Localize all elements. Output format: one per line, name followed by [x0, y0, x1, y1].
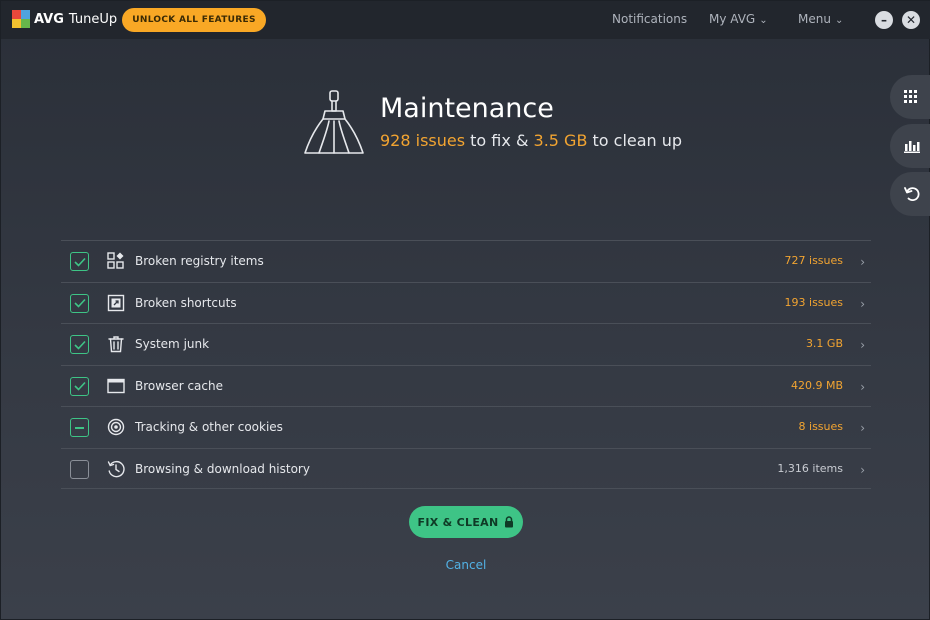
- item-checkbox[interactable]: [70, 335, 89, 354]
- undo-icon: [904, 187, 920, 201]
- nav-notifications[interactable]: Notifications: [612, 12, 687, 26]
- close-icon: ✕: [905, 13, 917, 27]
- fix-and-clean-button[interactable]: FIX & CLEAN: [409, 506, 523, 538]
- maintenance-items-list: Broken registry items 727 issues › Broke…: [61, 240, 871, 489]
- lock-icon: [505, 516, 514, 528]
- list-item[interactable]: Browser cache 420.9 MB ›: [61, 364, 871, 407]
- list-item[interactable]: Broken shortcuts 193 issues ›: [61, 281, 871, 324]
- shortcut-icon: [107, 294, 125, 311]
- item-checkbox[interactable]: [70, 252, 89, 271]
- item-value: 420.9 MB: [790, 378, 843, 392]
- checkmark-icon: [73, 298, 86, 308]
- nav-menu-label: Menu: [798, 12, 831, 26]
- nav-notifications-label: Notifications: [612, 12, 688, 26]
- cleanup-size: 3.5 GB: [533, 131, 588, 150]
- chevron-right-icon: ›: [860, 296, 865, 311]
- page-title: Maintenance: [380, 93, 554, 124]
- item-value: 727 issues: [784, 254, 843, 267]
- summary-mid-text: to fix &: [470, 131, 529, 150]
- chevron-right-icon: ›: [860, 462, 865, 477]
- cancel-link[interactable]: Cancel: [446, 558, 487, 572]
- nav-my-avg[interactable]: My AVG ⌄: [709, 12, 768, 26]
- target-icon: [107, 418, 125, 436]
- avg-logo-icon: [12, 10, 30, 28]
- nav-menu[interactable]: Menu ⌄: [798, 12, 843, 26]
- chevron-down-icon: ⌄: [759, 15, 768, 26]
- item-checkbox[interactable]: [70, 293, 89, 313]
- statistics-button[interactable]: [890, 124, 930, 168]
- checkmark-icon: [73, 381, 86, 391]
- chevron-right-icon: ›: [860, 379, 865, 394]
- trash-icon: [108, 336, 124, 353]
- chevron-right-icon: ›: [860, 421, 865, 435]
- item-label: Tracking & other cookies: [135, 420, 283, 434]
- minimize-icon: –: [881, 13, 887, 27]
- checkmark-icon: [73, 340, 86, 350]
- close-button[interactable]: ✕: [902, 11, 920, 29]
- item-label: Browsing & download history: [135, 461, 310, 476]
- list-item[interactable]: Tracking & other cookies 8 issues ›: [61, 406, 871, 448]
- item-value: 3.1 GB: [805, 337, 843, 350]
- item-value: 193 issues: [784, 295, 843, 309]
- issues-count: 928 issues: [380, 131, 466, 150]
- item-checkbox[interactable]: [70, 376, 89, 396]
- product-name: TuneUp: [68, 11, 118, 27]
- fix-and-clean-label: FIX & CLEAN: [417, 515, 499, 529]
- apps-grid-button[interactable]: [890, 75, 930, 119]
- cancel-area: Cancel: [1, 558, 930, 572]
- chevron-right-icon: ›: [860, 255, 865, 269]
- item-label: System junk: [135, 337, 210, 351]
- history-icon: [107, 460, 125, 477]
- item-value: 8 issues: [798, 420, 843, 433]
- broom-icon: [304, 90, 364, 154]
- summary-end-text: to clean up: [592, 131, 683, 150]
- app-logo: AVG TuneUp: [12, 10, 117, 28]
- item-checkbox[interactable]: [70, 418, 89, 437]
- item-label: Broken registry items: [135, 254, 264, 268]
- bar-chart-icon: [904, 141, 920, 153]
- grid-icon: [904, 90, 917, 103]
- browser-window-icon: [107, 378, 125, 393]
- registry-icon: [107, 252, 124, 269]
- list-item[interactable]: System junk 3.1 GB ›: [61, 323, 871, 365]
- item-checkbox[interactable]: [70, 459, 89, 479]
- brand-name: AVG: [34, 11, 64, 27]
- list-item[interactable]: Broken registry items 727 issues ›: [61, 240, 871, 282]
- app-window: AVG TuneUp UNLOCK ALL FEATURES Notificat…: [0, 0, 930, 620]
- minimize-button[interactable]: –: [875, 11, 893, 29]
- nav-my-avg-label: My AVG: [709, 12, 756, 26]
- item-value: 1,316 items: [777, 461, 843, 475]
- item-label: Broken shortcuts: [135, 295, 237, 310]
- item-label: Browser cache: [135, 378, 223, 393]
- maintenance-summary: 928 issues to fix & 3.5 GB to clean up: [380, 131, 682, 150]
- undo-button[interactable]: [890, 172, 930, 216]
- unlock-all-features-button[interactable]: UNLOCK ALL FEATURES: [122, 8, 266, 32]
- list-item[interactable]: Browsing & download history 1,316 items …: [61, 447, 871, 489]
- chevron-down-icon: ⌄: [834, 15, 844, 26]
- title-bar: AVG TuneUp UNLOCK ALL FEATURES Notificat…: [1, 1, 930, 39]
- checkmark-icon: [73, 257, 86, 267]
- chevron-right-icon: ›: [860, 338, 865, 352]
- partial-check-icon: [75, 426, 84, 429]
